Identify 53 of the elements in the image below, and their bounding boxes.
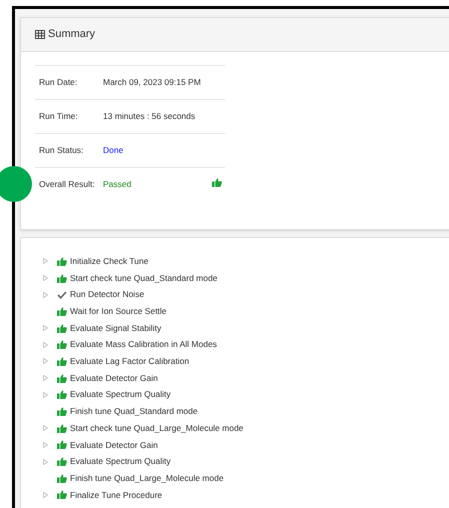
field-label: Run Time: [39,110,79,123]
field-label: Overall Result: [39,178,96,191]
thumbs-up-icon [57,306,67,316]
panel-title: Summary [48,27,96,42]
step-label[interactable]: Evaluate Detector Gain [70,372,158,385]
thumbs-up-icon [57,424,67,433]
expand-caret-icon[interactable] [43,425,48,432]
field-value: March 09, 2023 09:15 PM [103,76,201,89]
expand-caret-icon[interactable] [43,342,48,348]
thumbs-up-icon [57,256,67,266]
thumbs-up-icon [57,374,67,383]
expand-caret-icon[interactable] [43,442,48,448]
thumbs-up-icon [57,356,67,366]
thumbs-up-icon [57,274,67,283]
step-label[interactable]: Initialize Check Tune [70,254,148,268]
thumbs-up-icon [57,340,67,350]
thumbs-up-icon [57,407,67,416]
field-value: 13 minutes : 56 seconds [103,110,196,123]
field-label: Run Status: [39,144,84,157]
step-label[interactable]: Evaluate Signal Stability [70,322,162,334]
expand-caret-icon[interactable] [43,325,48,332]
thumbs-up-icon [57,457,67,466]
thumbs-up-icon [57,324,67,333]
expand-caret-icon[interactable] [43,458,48,465]
step-label[interactable]: Evaluate Mass Calibration in All Modes [70,338,217,352]
field-label: Run Date: [39,76,78,89]
step-label[interactable]: Wait for Ion Source Settle [70,305,167,318]
field-value: Done [103,144,124,157]
step-label[interactable]: Start check tune Quad_Standard mode [70,272,218,284]
step-label[interactable]: Finalize Tune Procedure [70,488,162,502]
thumbs-up-icon [57,390,67,400]
step-label[interactable]: Run Detector Noise [70,288,144,302]
thumbs-up-icon [212,178,222,187]
step-label[interactable]: Evaluate Spectrum Quality [70,388,171,402]
expand-caret-icon[interactable] [43,258,48,264]
expand-caret-icon[interactable] [43,358,48,364]
step-label[interactable]: Finish tune Quad_Standard mode [70,405,198,418]
thumbs-up-icon [57,490,67,500]
step-label[interactable]: Evaluate Detector Gain [70,438,158,452]
table-icon [35,30,45,39]
field-value: Passed [103,178,132,191]
checkmark-icon [57,290,67,299]
step-label[interactable]: Finish tune Quad_Large_Molecule mode [70,472,224,485]
step-label[interactable]: Start check tune Quad_Large_Molecule mode [70,422,244,435]
expand-caret-icon[interactable] [43,492,48,498]
expand-caret-icon[interactable] [43,375,48,382]
expand-caret-icon[interactable] [43,275,48,282]
expand-caret-icon[interactable] [43,392,48,398]
expand-caret-icon[interactable] [43,292,48,298]
thumbs-up-icon [57,474,67,483]
thumbs-up-icon [57,440,67,450]
step-label[interactable]: Evaluate Lag Factor Calibration [70,355,190,368]
step-label[interactable]: Evaluate Spectrum Quality [70,455,171,468]
